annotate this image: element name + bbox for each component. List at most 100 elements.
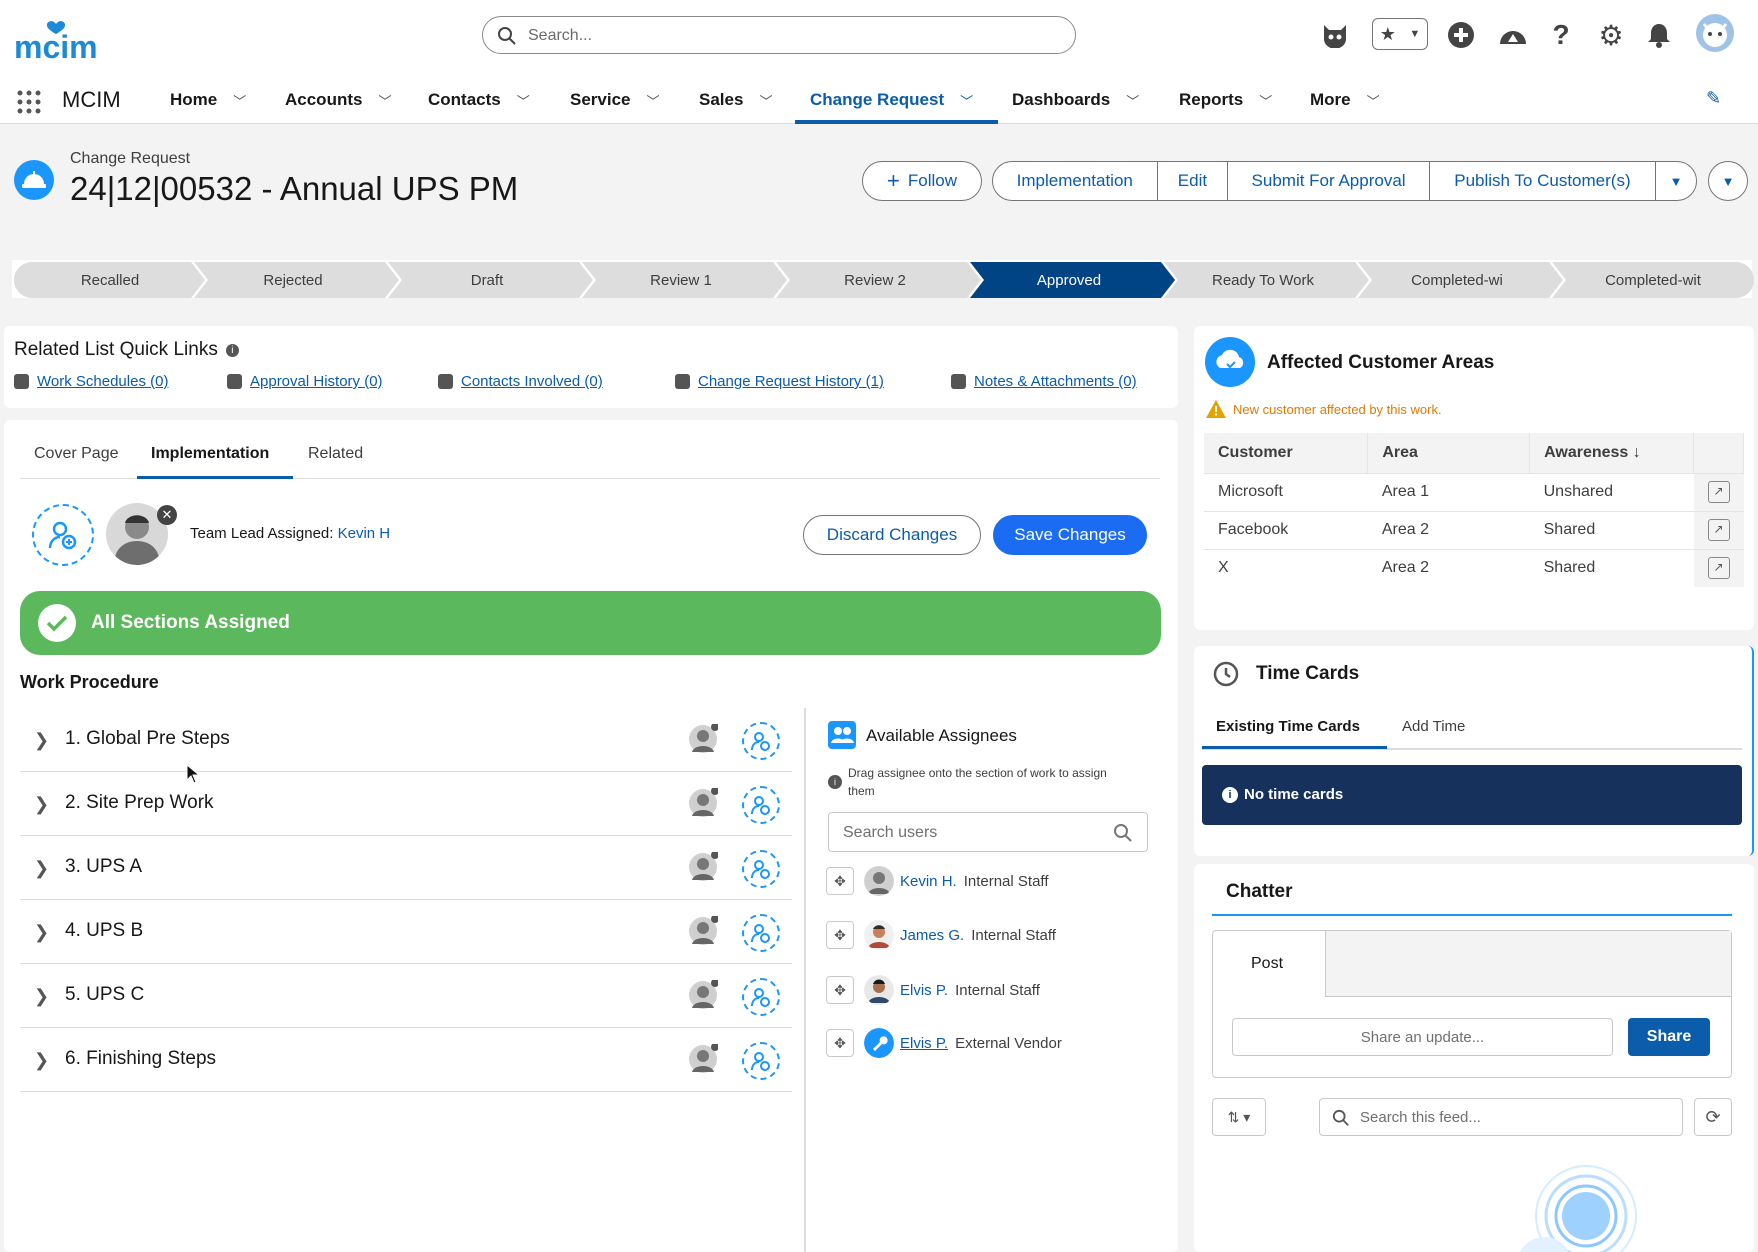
favorites-button[interactable]: ★ ▼ xyxy=(1372,18,1428,50)
assignee-item[interactable]: ✥ Kevin H. Internal Staff xyxy=(826,866,1048,896)
nav-item-more[interactable]: More ﹀ xyxy=(1310,90,1380,110)
help-icon[interactable]: ? xyxy=(1546,19,1576,50)
remove-team-lead-icon[interactable]: ✕ xyxy=(157,505,177,525)
info-icon[interactable]: i xyxy=(225,343,239,357)
tab-existing-time-cards[interactable]: Existing Time Cards xyxy=(1216,718,1360,735)
nav-item-service[interactable]: Service ﹀ xyxy=(570,90,660,110)
procedure-row[interactable]: ❯ 2. Site Prep Work xyxy=(20,772,792,836)
row-action[interactable]: ↗ xyxy=(1693,548,1744,587)
refresh-icon[interactable]: ⟳ xyxy=(1694,1098,1732,1136)
assignee-item[interactable]: ✥ James G. Internal Staff xyxy=(826,920,1056,950)
chevron-down-icon[interactable]: ﹀ xyxy=(517,91,530,110)
share-icon[interactable]: ↗ xyxy=(1707,481,1730,503)
publish-to-customers-button[interactable]: Publish To Customer(s) xyxy=(1430,162,1657,200)
chevron-right-icon[interactable]: ❯ xyxy=(34,730,49,751)
nav-item-sales[interactable]: Sales ﹀ xyxy=(699,90,772,110)
mcim-logo[interactable]: mcim xyxy=(14,18,118,62)
assignee-name[interactable]: Elvis P. xyxy=(900,982,948,999)
add-icon[interactable] xyxy=(1446,20,1476,50)
tab-post[interactable]: Post xyxy=(1251,955,1283,973)
chevron-down-icon[interactable]: ﹀ xyxy=(1126,91,1139,110)
quick-link-label[interactable]: Work Schedules (0) xyxy=(37,373,168,390)
quick-link-change-request-history[interactable]: Change Request History (1) xyxy=(675,373,884,390)
user-avatar[interactable] xyxy=(1696,14,1734,52)
header-menu-dropdown[interactable]: ▼ xyxy=(1708,161,1748,201)
quick-link-notes-attachments[interactable]: Notes & Attachments (0) xyxy=(951,373,1137,390)
assign-section-button[interactable] xyxy=(742,914,780,952)
search-feed-input[interactable]: Search this feed... xyxy=(1319,1098,1683,1136)
nav-item-home[interactable]: Home ﹀ xyxy=(170,90,246,110)
tab-implementation[interactable]: Implementation xyxy=(151,445,269,463)
team-lead-name[interactable]: Kevin H xyxy=(338,525,391,542)
assign-section-button[interactable] xyxy=(742,850,780,888)
assign-team-lead-button[interactable] xyxy=(32,504,94,566)
global-search[interactable]: Search... xyxy=(482,16,1076,54)
more-actions-dropdown[interactable]: ▼ xyxy=(1656,162,1696,200)
share-button[interactable]: Share xyxy=(1628,1018,1710,1056)
share-icon[interactable]: ↗ xyxy=(1707,557,1730,580)
column-header[interactable]: Awareness ↓ xyxy=(1529,433,1694,473)
assignee-item[interactable]: ✥ Elvis P. Internal Staff xyxy=(826,975,1040,1005)
chevron-down-icon[interactable]: ﹀ xyxy=(960,91,973,110)
drag-handle-icon[interactable]: ✥ xyxy=(826,1029,854,1057)
follow-button[interactable]: + Follow xyxy=(862,161,982,201)
nav-item-change-request[interactable]: Change Request ﹀ xyxy=(810,90,973,110)
quick-link-label[interactable]: Approval History (0) xyxy=(250,373,383,390)
chevron-down-icon[interactable]: ﹀ xyxy=(1367,91,1380,110)
gear-icon[interactable]: ⚙ xyxy=(1596,20,1626,51)
quick-link-label[interactable]: Change Request History (1) xyxy=(698,373,884,390)
chevron-right-icon[interactable]: ❯ xyxy=(34,1050,49,1071)
submit-for-approval-button[interactable]: Submit For Approval xyxy=(1228,162,1430,200)
procedure-row[interactable]: ❯ 5. UPS C xyxy=(20,964,792,1028)
chevron-down-icon[interactable]: ﹀ xyxy=(1259,91,1272,110)
chevron-right-icon[interactable]: ❯ xyxy=(34,794,49,815)
assignee-name[interactable]: James G. xyxy=(900,927,964,944)
quick-link-label[interactable]: Contacts Involved (0) xyxy=(461,373,603,390)
edit-nav-icon[interactable]: ✎ xyxy=(1706,88,1721,109)
nav-item-reports[interactable]: Reports ﹀ xyxy=(1179,90,1272,110)
quick-link-contacts-involved[interactable]: Contacts Involved (0) xyxy=(438,373,603,390)
nav-item-accounts[interactable]: Accounts ﹀ xyxy=(285,90,391,110)
procedure-row[interactable]: ❯ 3. UPS A xyxy=(20,836,792,900)
nav-item-dashboards[interactable]: Dashboards ﹀ xyxy=(1012,90,1139,110)
edit-button[interactable]: Edit xyxy=(1158,162,1229,200)
assignee-item[interactable]: ✥ Elvis P. External Vendor xyxy=(826,1028,1062,1058)
chevron-right-icon[interactable]: ❯ xyxy=(34,858,49,879)
chevron-right-icon[interactable]: ❯ xyxy=(34,986,49,1007)
procedure-row[interactable]: ❯ 4. UPS B xyxy=(20,900,792,964)
column-header[interactable]: Area xyxy=(1367,433,1531,473)
row-action[interactable]: ↗ xyxy=(1693,510,1744,549)
procedure-row[interactable]: ❯ 6. Finishing Steps xyxy=(20,1028,792,1092)
assignee-name[interactable]: Elvis P. xyxy=(900,1035,948,1052)
drag-handle-icon[interactable]: ✥ xyxy=(826,976,854,1004)
quick-link-work-schedules[interactable]: Work Schedules (0) xyxy=(14,373,168,390)
share-icon[interactable]: ↗ xyxy=(1707,519,1730,541)
assistant-icon[interactable] xyxy=(1320,20,1350,50)
implementation-button[interactable]: Implementation xyxy=(993,162,1158,200)
search-users-input[interactable]: Search users xyxy=(828,812,1148,852)
quick-link-approval-history[interactable]: Approval History (0) xyxy=(227,373,383,390)
chatter-title[interactable]: Chatter xyxy=(1226,881,1293,903)
discard-changes-button[interactable]: Discard Changes xyxy=(803,515,981,555)
chevron-down-icon[interactable]: ﹀ xyxy=(647,91,660,110)
assign-section-button[interactable] xyxy=(742,978,780,1016)
save-changes-button[interactable]: Save Changes xyxy=(993,515,1147,555)
tab-add-time[interactable]: Add Time xyxy=(1402,718,1465,735)
tab-related[interactable]: Related xyxy=(308,445,363,463)
chevron-down-icon[interactable]: ﹀ xyxy=(759,91,772,110)
column-header[interactable]: Customer xyxy=(1204,433,1369,473)
bell-icon[interactable] xyxy=(1644,20,1674,50)
app-launcher-icon[interactable] xyxy=(16,89,42,115)
trailhead-icon[interactable] xyxy=(1498,20,1528,50)
chevron-down-icon[interactable]: ﹀ xyxy=(378,91,391,110)
assign-section-button[interactable] xyxy=(742,722,780,760)
chevron-right-icon[interactable]: ❯ xyxy=(34,922,49,943)
procedure-row[interactable]: ❯ 1. Global Pre Steps xyxy=(20,708,792,772)
nav-item-contacts[interactable]: Contacts ﹀ xyxy=(428,90,530,110)
assignee-name[interactable]: Kevin H. xyxy=(900,873,957,890)
quick-link-label[interactable]: Notes & Attachments (0) xyxy=(974,373,1137,390)
drag-handle-icon[interactable]: ✥ xyxy=(826,921,854,949)
assign-section-button[interactable] xyxy=(742,1042,780,1080)
sort-feed-button[interactable]: ⇅ ▾ xyxy=(1212,1098,1266,1136)
assign-section-button[interactable] xyxy=(742,786,780,824)
